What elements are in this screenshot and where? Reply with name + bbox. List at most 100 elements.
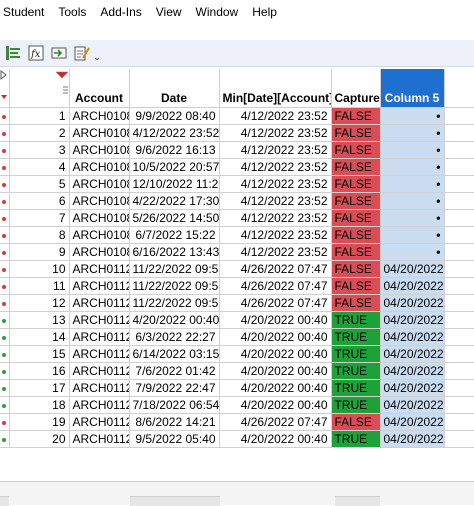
cell-empty[interactable] (444, 396, 474, 414)
menu-tools[interactable]: Tools (51, 0, 93, 24)
cell-empty[interactable] (444, 260, 474, 278)
cell-column-5[interactable]: 04/20/2022 (380, 396, 445, 414)
column-header-column-5[interactable]: Column 5 (380, 69, 445, 108)
cell-empty[interactable] (444, 226, 474, 244)
cell-min-date[interactable]: 4/20/2022 00:40 (219, 430, 332, 448)
cell-min-date[interactable]: 4/12/2022 23:52 (219, 192, 332, 210)
cell-min-date[interactable]: 4/12/2022 23:52 (219, 209, 332, 227)
row-number[interactable]: 15 (9, 345, 70, 363)
cell-date[interactable]: 9/6/2022 16:13 (129, 141, 220, 159)
cell-capture[interactable]: FALSE (331, 124, 381, 142)
cell-min-date[interactable]: 4/26/2022 07:47 (219, 277, 332, 295)
cell-column-5[interactable]: 04/20/2022 (380, 277, 445, 295)
row-state-marker[interactable] (0, 311, 10, 329)
table-row[interactable]: 16 ARCH0112 7/6/2022 01:42 4/20/2022 00:40 T… (0, 362, 474, 380)
cell-account[interactable]: ARCH0108 (69, 175, 130, 193)
row-number[interactable]: 8 (9, 226, 70, 244)
row-number[interactable]: 2 (9, 124, 70, 142)
column-header-empty[interactable] (444, 69, 474, 108)
row-number[interactable]: 5 (9, 175, 70, 193)
cell-column-5[interactable]: 04/20/2022 (380, 379, 445, 397)
row-state-marker[interactable] (0, 175, 10, 193)
table-row[interactable]: 4 ARCH0108 10/5/2022 20:57 4/12/2022 23:52 F… (0, 158, 474, 176)
row-state-marker[interactable] (0, 124, 10, 142)
cell-date[interactable]: 7/18/2022 06:54 (129, 396, 220, 414)
row-number[interactable]: 17 (9, 379, 70, 397)
column-header-account[interactable]: Account (69, 69, 130, 108)
cell-min-date[interactable]: 4/20/2022 00:40 (219, 345, 332, 363)
cell-empty[interactable] (444, 277, 474, 295)
cell-empty[interactable] (444, 107, 474, 125)
cell-capture[interactable]: TRUE (331, 311, 381, 329)
table-row[interactable]: 3 ARCH0108 9/6/2022 16:13 4/12/2022 23:52 FA… (0, 141, 474, 159)
row-state-marker[interactable] (0, 277, 10, 295)
cell-capture[interactable]: TRUE (331, 345, 381, 363)
horizontal-scrollbar[interactable] (0, 481, 474, 506)
row-state-marker[interactable] (0, 209, 10, 227)
formula-icon[interactable]: fx (26, 43, 46, 63)
cell-capture[interactable]: FALSE (331, 294, 381, 312)
cell-min-date[interactable]: 4/26/2022 07:47 (219, 260, 332, 278)
cell-date[interactable]: 6/14/2022 03:15 (129, 345, 220, 363)
row-state-marker[interactable] (0, 192, 10, 210)
cell-account[interactable]: ARCH0112 (69, 260, 130, 278)
menu-window[interactable]: Window (189, 0, 246, 24)
row-state-marker[interactable] (0, 413, 10, 431)
table-row[interactable]: 14 ARCH0112 6/3/2022 22:27 4/20/2022 00:40 T… (0, 328, 474, 346)
table-row[interactable]: 11 ARCH0112 11/22/2022 09:59 4/26/2022 07:4… (0, 277, 474, 295)
row-number[interactable]: 11 (9, 277, 70, 295)
cell-account[interactable]: ARCH0112 (69, 362, 130, 380)
cell-capture[interactable]: FALSE (331, 192, 381, 210)
cell-empty[interactable] (444, 413, 474, 431)
cell-empty[interactable] (444, 294, 474, 312)
cell-min-date[interactable]: 4/26/2022 07:47 (219, 294, 332, 312)
cell-date[interactable]: 12/10/2022 11:28 (129, 175, 220, 193)
table-row[interactable]: 18 ARCH0112 7/18/2022 06:54 4/20/2022 00:40… (0, 396, 474, 414)
cell-capture[interactable]: FALSE (331, 175, 381, 193)
table-row[interactable]: 10 ARCH0112 11/22/2022 09:55 4/26/2022 07:4… (0, 260, 474, 278)
cell-empty[interactable] (444, 379, 474, 397)
cell-min-date[interactable]: 4/20/2022 00:40 (219, 311, 332, 329)
row-state-marker[interactable] (0, 362, 10, 380)
cell-date[interactable]: 9/9/2022 08:40 (129, 107, 220, 125)
cell-account[interactable]: ARCH0108 (69, 158, 130, 176)
cell-empty[interactable] (444, 192, 474, 210)
row-number[interactable]: 12 (9, 294, 70, 312)
cell-min-date[interactable]: 4/12/2022 23:52 (219, 158, 332, 176)
cell-capture[interactable]: FALSE (331, 277, 381, 295)
cell-account[interactable]: ARCH0112 (69, 277, 130, 295)
row-number[interactable]: 7 (9, 209, 70, 227)
menu-student[interactable]: Student (0, 0, 51, 24)
cell-date[interactable]: 7/9/2022 22:47 (129, 379, 220, 397)
cell-date[interactable]: 11/22/2022 09:59 (129, 294, 220, 312)
cell-capture[interactable]: TRUE (331, 430, 381, 448)
cell-column-5[interactable]: 04/20/2022 (380, 430, 445, 448)
menu-help[interactable]: Help (245, 0, 284, 24)
cell-account[interactable]: ARCH0112 (69, 294, 130, 312)
cell-empty[interactable] (444, 328, 474, 346)
cell-column-5[interactable]: 04/20/2022 (380, 328, 445, 346)
cell-account[interactable]: ARCH0108 (69, 226, 130, 244)
cell-capture[interactable]: TRUE (331, 396, 381, 414)
cell-column-5[interactable]: 04/20/2022 (380, 294, 445, 312)
cell-account[interactable]: ARCH0112 (69, 396, 130, 414)
row-number[interactable]: 18 (9, 396, 70, 414)
row-number[interactable]: 10 (9, 260, 70, 278)
cell-column-5[interactable]: 04/20/2022 (380, 345, 445, 363)
row-number[interactable]: 14 (9, 328, 70, 346)
cell-column-5[interactable]: • (380, 124, 445, 142)
row-state-marker[interactable] (0, 141, 10, 159)
row-state-header[interactable] (0, 69, 10, 108)
row-number[interactable]: 6 (9, 192, 70, 210)
row-move-icon[interactable] (49, 43, 69, 63)
cell-column-5[interactable]: • (380, 158, 445, 176)
table-row[interactable]: 8 ARCH0108 6/7/2022 15:22 4/12/2022 23:52 FA… (0, 226, 474, 244)
table-row[interactable]: 15 ARCH0112 6/14/2022 03:15 4/20/2022 00:40… (0, 345, 474, 363)
cell-empty[interactable] (444, 158, 474, 176)
column-header-date[interactable]: Date (129, 69, 220, 108)
cell-min-date[interactable]: 4/12/2022 23:52 (219, 107, 332, 125)
cell-min-date[interactable]: 4/12/2022 23:52 (219, 175, 332, 193)
cell-column-5[interactable]: 04/20/2022 (380, 260, 445, 278)
cell-account[interactable]: ARCH0112 (69, 430, 130, 448)
table-row[interactable]: 12 ARCH0112 11/22/2022 09:59 4/26/2022 07:4… (0, 294, 474, 312)
